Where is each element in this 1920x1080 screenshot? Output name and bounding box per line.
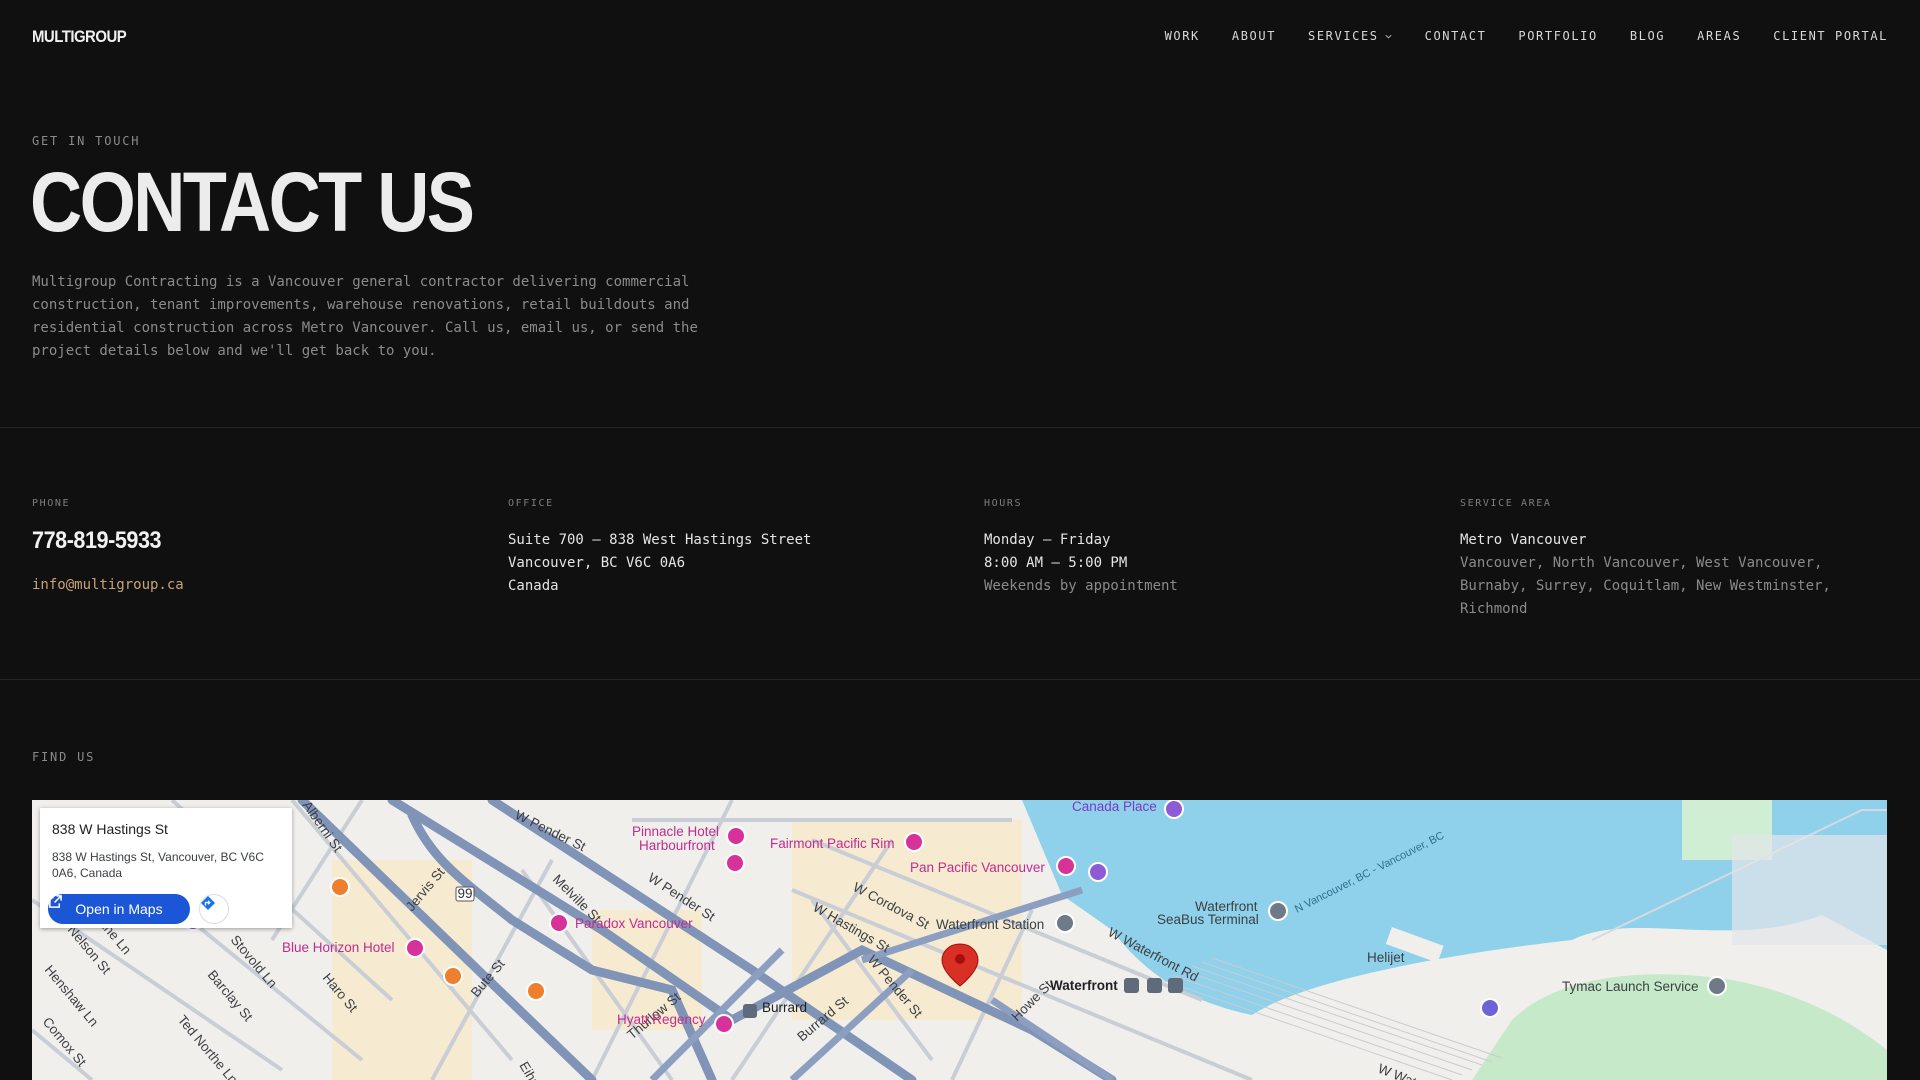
map-card-address: 838 W Hastings St, Vancouver, BC V6C 0A6… [52,850,264,880]
office-column: OFFICE Suite 700 – 838 West Hastings Str… [508,498,811,598]
hours-days: Monday – Friday [984,532,1111,548]
nav-about[interactable]: ABOUT [1232,29,1276,43]
place-label: Paradox Vancouver [575,916,693,931]
place-label: Helijet [1367,950,1405,965]
street-label: W Wate [1376,1061,1426,1080]
restaurant-icon[interactable] [526,981,546,1001]
hotel-icon[interactable] [405,938,425,958]
map-card-title: 838 W Hastings St [52,821,168,837]
nav-work[interactable]: WORK [1165,29,1200,43]
office-line-1: Suite 700 – 838 West Hastings Street [508,532,812,548]
attraction-icon[interactable] [1088,862,1108,882]
hero-eyebrow: GET IN TOUCH [32,134,141,148]
highway-shield-label: 99 [457,886,472,901]
open-in-maps-label: Open in Maps [75,901,163,917]
nav-menu: WORK ABOUT SERVICES CONTACT PORTFOLIO BL… [1165,29,1888,43]
place-label: Canada Place [1072,800,1157,814]
place-label: Waterfront Station [936,917,1044,932]
street-label: Stovold Ln [228,932,280,991]
service-area-label: SERVICE AREA [1460,498,1552,509]
nav-client-portal[interactable]: CLIENT PORTAL [1773,29,1888,43]
open-in-maps-button[interactable]: Open in Maps [48,894,190,924]
hotel-icon[interactable] [714,1014,734,1034]
directions-button[interactable] [199,894,229,924]
place-label: Waterfront [1050,978,1118,993]
location-pin-dot [955,954,965,964]
service-area-title: Metro Vancouver [1460,532,1587,548]
transit-station-icon[interactable] [1055,913,1075,933]
street-label: Alberni St [300,800,346,855]
place-label: Fairmont Pacific Rim [770,836,895,851]
office-line-2: Vancouver, BC V6C 0A6 [508,555,686,571]
nav-services[interactable]: SERVICES [1308,29,1393,43]
find-us-label: FIND US [32,750,96,764]
phone-label: PHONE [32,498,71,509]
metro-icon[interactable] [1147,978,1162,993]
restaurant-icon[interactable] [330,877,350,897]
email-link[interactable]: info@multigroup.ca [32,577,184,593]
top-nav: MULTIGROUP WORK ABOUT SERVICES CONTACT P… [0,0,1920,76]
restaurant-icon[interactable] [443,966,463,986]
place-label: Hyatt Regency [617,1012,706,1027]
page-title: CONTACT US [30,155,475,249]
service-area-list: Vancouver, North Vancouver, West Vancouv… [1460,555,1831,617]
map-info-card: 838 W Hastings St 838 W Hastings St, Van… [40,808,292,928]
hotel-icon[interactable] [549,913,569,933]
hours-column: HOURS Monday – Friday 8:00 AM – 5:00 PM … [984,498,1178,598]
place-label: SeaBus Terminal [1157,912,1259,927]
hotel-icon[interactable] [725,853,745,873]
nav-areas[interactable]: AREAS [1697,29,1741,43]
hours-note: Weekends by appointment [984,578,1178,594]
hours-label: HOURS [984,498,1023,509]
map-canvas[interactable]: 99 W Pender St W Pender St Melville St W… [32,800,1887,1080]
phone-column: PHONE 778-819-5933 info@multigroup.ca [32,498,184,593]
train-icon[interactable] [1168,978,1183,993]
chevron-down-icon [1385,34,1392,38]
section-divider [0,679,1920,680]
hero-description: Multigroup Contracting is a Vancouver ge… [32,274,698,359]
hotel-icon[interactable] [1056,856,1076,876]
service-area-column: SERVICE AREA Metro Vancouver Vancouver, … [1460,498,1890,621]
place-label: Burrard [762,1000,807,1015]
place-label: Blue Horizon Hotel [282,940,395,955]
parking-icon[interactable] [1480,998,1500,1018]
train-icon[interactable] [1124,978,1139,993]
museum-icon[interactable] [1164,800,1184,819]
office-line-3: Canada [508,578,559,594]
directions-icon [201,896,215,910]
hours-time: 8:00 AM – 5:00 PM [984,555,1128,571]
hotel-icon[interactable] [904,832,924,852]
street-label: W Pender St [513,807,589,854]
office-label: OFFICE [508,498,554,509]
nav-portfolio[interactable]: PORTFOLIO [1518,29,1597,43]
street-label: Eihu [516,1059,543,1080]
transit-station-icon[interactable] [1268,901,1288,921]
metro-icon[interactable] [743,1004,757,1018]
nav-contact[interactable]: CONTACT [1425,29,1487,43]
street-label: Ted Northe Ln [175,1012,241,1080]
nav-blog[interactable]: BLOG [1630,29,1665,43]
external-link-icon [49,895,62,908]
place-label: Harbourfront [639,838,715,853]
place-label: Tymac Launch Service [1562,979,1699,994]
street-label: Barclay St [205,967,256,1024]
section-divider [0,427,1920,428]
phone-number[interactable]: 778-819-5933 [32,527,162,555]
hotel-icon[interactable] [726,826,746,846]
place-label: Pinnacle Hotel [632,824,719,839]
logo[interactable]: MULTIGROUP [32,27,127,47]
nav-services-label: SERVICES [1308,29,1379,43]
transit-station-icon[interactable] [1707,976,1727,996]
embedded-map[interactable]: 99 W Pender St W Pender St Melville St W… [32,800,1887,1080]
place-label: Pan Pacific Vancouver [910,860,1045,875]
